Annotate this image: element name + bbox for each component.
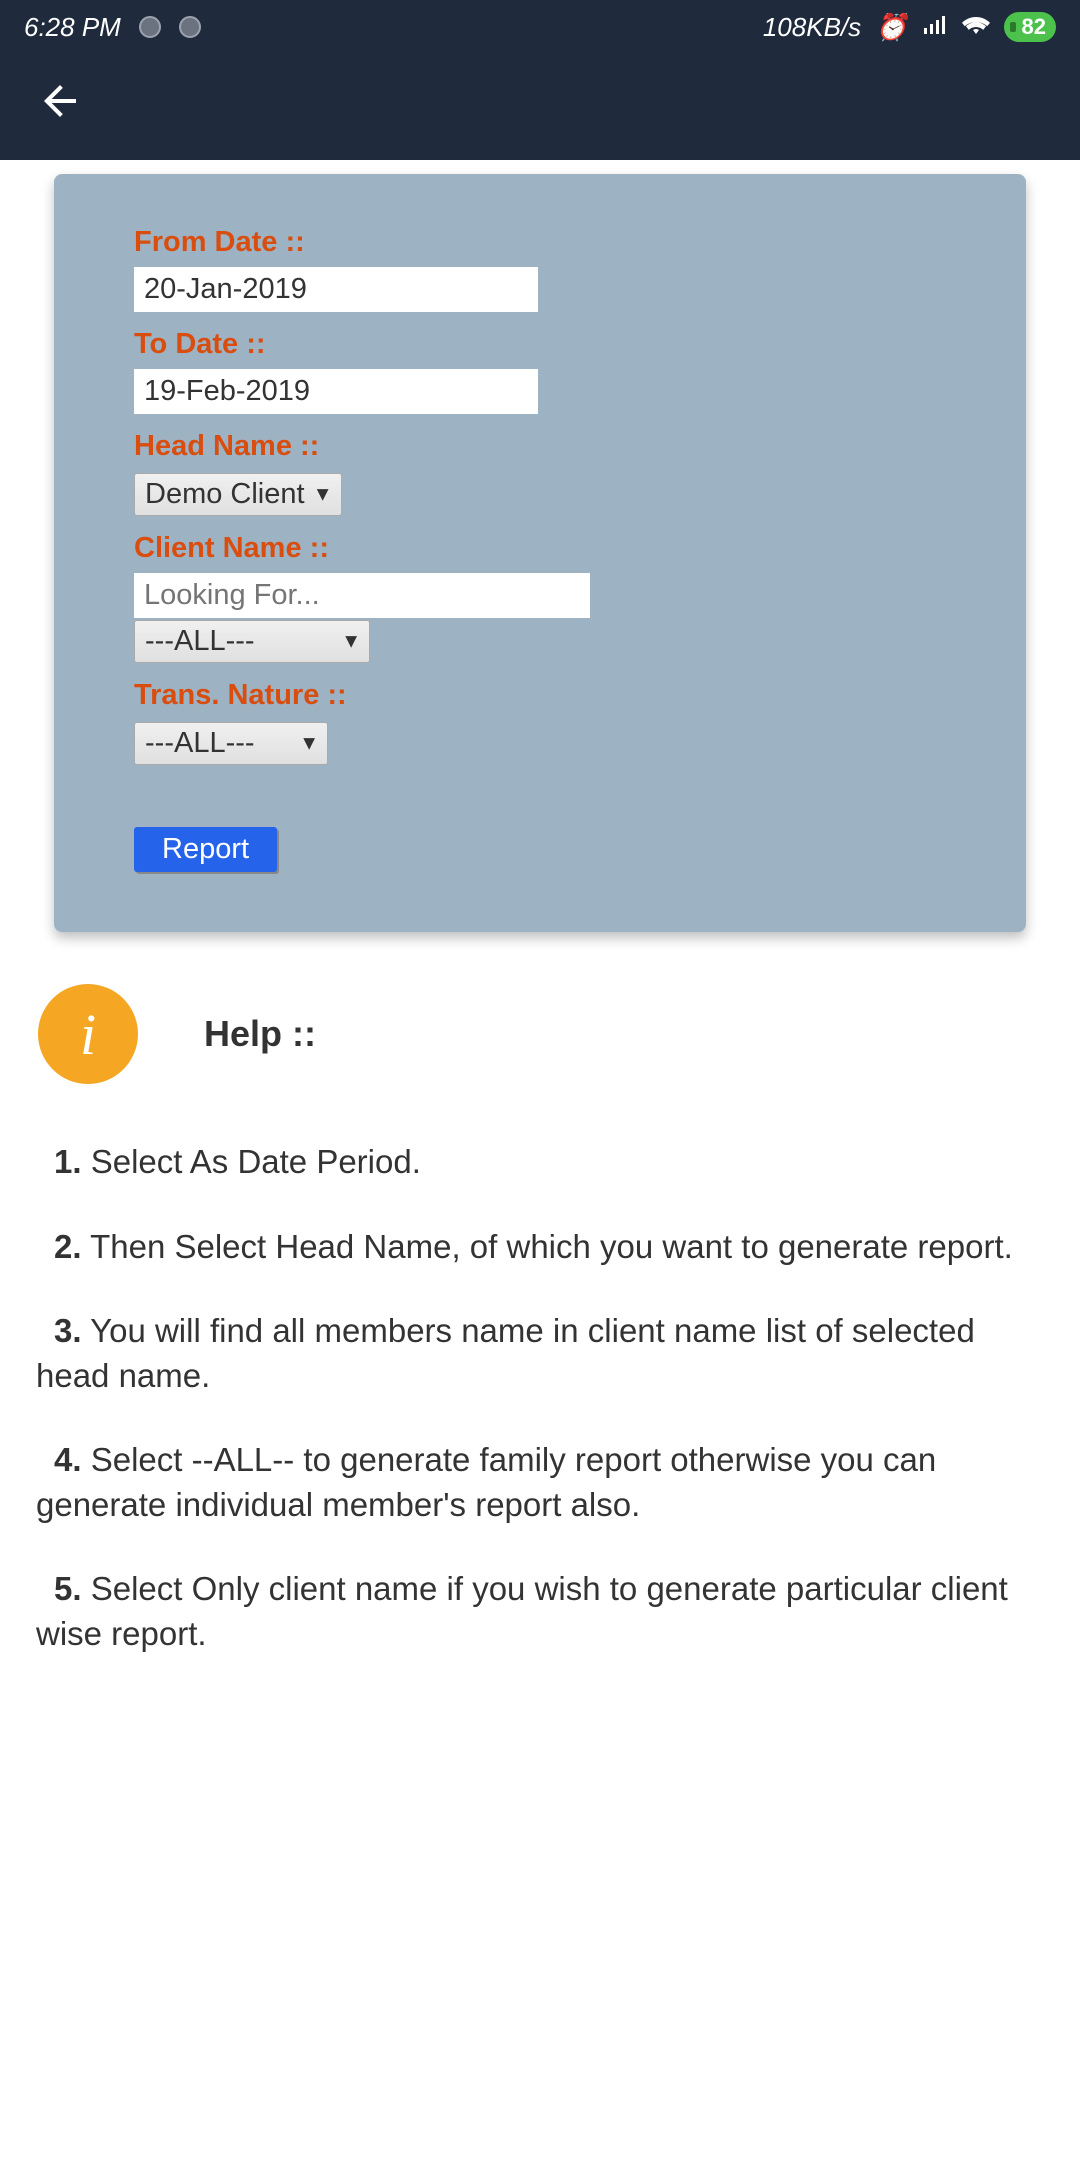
- alarm-icon: ⏰: [875, 12, 907, 43]
- signal-icon: [922, 12, 948, 43]
- help-item: 3. You will find all members name in cli…: [36, 1309, 1044, 1398]
- report-button[interactable]: Report: [134, 827, 277, 872]
- help-item: 4. Select --ALL-- to generate family rep…: [36, 1438, 1044, 1527]
- head-name-select[interactable]: Demo Client: [134, 473, 342, 516]
- help-header: i Help ::: [36, 984, 1044, 1084]
- from-date-input[interactable]: [134, 267, 538, 312]
- status-bar: 6:28 PM 108KB/s ⏰ 82: [0, 0, 1080, 54]
- head-name-label: Head Name ::: [134, 430, 946, 463]
- status-dot-icon: [139, 16, 161, 38]
- wifi-icon: [962, 12, 990, 43]
- client-name-search-input[interactable]: [134, 573, 590, 618]
- to-date-input[interactable]: [134, 369, 538, 414]
- help-item: 1. Select As Date Period.: [36, 1140, 1044, 1185]
- trans-nature-label: Trans. Nature ::: [134, 679, 946, 712]
- nav-bar: [0, 54, 1080, 160]
- network-speed: 108KB/s: [763, 12, 861, 43]
- help-section: i Help :: 1. Select As Date Period. 2. T…: [0, 984, 1080, 1656]
- help-item: 5. Select Only client name if you wish t…: [36, 1567, 1044, 1656]
- status-right: 108KB/s ⏰ 82: [763, 12, 1056, 43]
- status-time: 6:28 PM: [24, 12, 121, 43]
- client-name-select[interactable]: ---ALL---: [134, 620, 370, 663]
- main-content: From Date :: To Date :: Head Name :: Dem…: [0, 174, 1080, 1656]
- form-card: From Date :: To Date :: Head Name :: Dem…: [54, 174, 1026, 932]
- to-date-label: To Date ::: [134, 328, 946, 361]
- battery-badge: 82: [1004, 12, 1056, 42]
- help-item: 2. Then Select Head Name, of which you w…: [36, 1225, 1044, 1270]
- back-arrow-icon[interactable]: [36, 77, 84, 138]
- client-name-label: Client Name ::: [134, 532, 946, 565]
- info-icon: i: [38, 984, 138, 1084]
- help-list: 1. Select As Date Period. 2. Then Select…: [36, 1140, 1044, 1656]
- help-title: Help ::: [204, 1013, 316, 1055]
- status-dot-icon: [179, 16, 201, 38]
- trans-nature-select[interactable]: ---ALL---: [134, 722, 328, 765]
- status-left: 6:28 PM: [24, 12, 201, 43]
- from-date-label: From Date ::: [134, 226, 946, 259]
